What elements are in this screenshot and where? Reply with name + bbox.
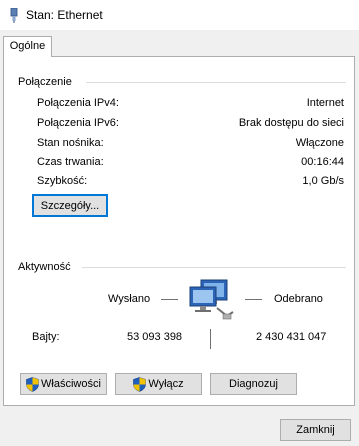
disable-button-label: Wyłącz (148, 378, 184, 390)
tab-general[interactable]: Ogólne (3, 36, 52, 57)
activity-group-title: Aktywność (18, 261, 71, 273)
connection-group-title: Połączenie (18, 76, 72, 88)
duration-value: 00:16:44 (301, 156, 344, 168)
connection-group-divider (86, 82, 346, 83)
network-computers-icon (189, 279, 234, 320)
media-state-value: Włączone (295, 137, 344, 149)
ipv4-label: Połączenia IPv4: (37, 97, 119, 109)
activity-group-divider (82, 267, 346, 268)
bytes-divider (210, 329, 211, 349)
properties-button-label: Właściwości (41, 378, 101, 390)
details-button[interactable]: Szczegóły... (32, 194, 108, 217)
close-button[interactable]: Zamknij (280, 419, 351, 441)
received-label: Odebrano (274, 293, 323, 305)
received-dash (245, 299, 262, 300)
ipv6-label: Połączenia IPv6: (37, 117, 119, 129)
speed-value: 1,0 Gb/s (302, 175, 344, 187)
ipv6-value: Brak dostępu do sieci (238, 117, 344, 129)
window-title: Stan: Ethernet (26, 8, 103, 22)
uac-shield-icon (133, 376, 147, 392)
ipv4-value: Internet (306, 97, 344, 109)
tab-panel: Połączenie Połączenia IPv4: Internet Poł… (3, 56, 355, 406)
uac-shield-icon (26, 376, 39, 392)
ethernet-adapter-icon (10, 8, 18, 23)
media-state-label: Stan nośnika: (37, 137, 104, 149)
title-bar: Stan: Ethernet (0, 0, 359, 30)
bytes-sent-value: 53 093 398 (127, 331, 183, 343)
sent-dash (161, 299, 178, 300)
speed-label: Szybkość: (37, 175, 88, 187)
sent-label: Wysłano (108, 293, 151, 305)
bytes-received-value: 2 430 431 047 (256, 331, 327, 343)
disable-button[interactable]: Wyłącz (115, 373, 202, 395)
duration-label: Czas trwania: (37, 156, 104, 168)
bytes-label: Bajty: (32, 331, 60, 343)
properties-button[interactable]: Właściwości (20, 373, 107, 395)
diagnose-button[interactable]: Diagnozuj (210, 373, 297, 395)
